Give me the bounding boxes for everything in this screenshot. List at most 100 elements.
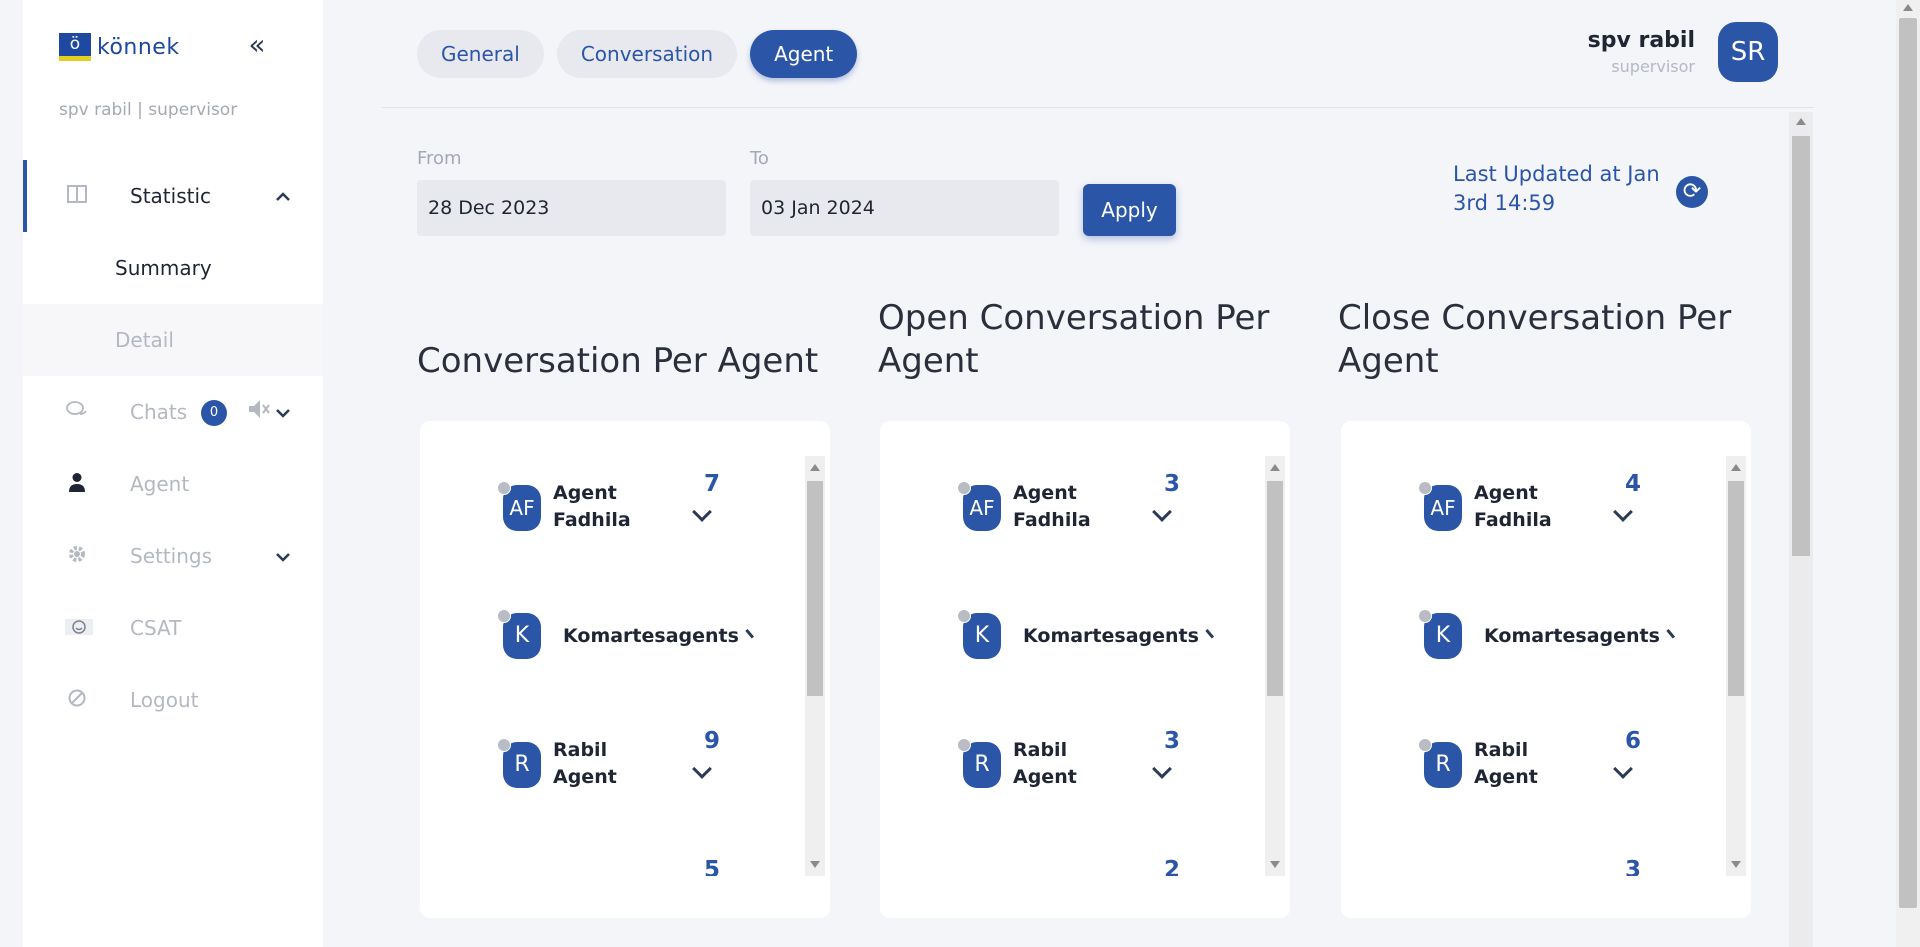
from-date-input[interactable]: 28 Dec 2023 bbox=[417, 180, 726, 236]
agent-row[interactable]: R Rabil Agent 6 bbox=[1341, 722, 1726, 842]
agent-row[interactable]: R Rabil Agent 9 bbox=[420, 722, 805, 842]
agent-name: Rabil Agent bbox=[553, 737, 617, 791]
scroll-up-arrow[interactable] bbox=[810, 464, 820, 471]
sidebar-item-agent[interactable]: Agent bbox=[23, 448, 323, 520]
statistic-icon bbox=[65, 184, 89, 208]
top-tabs: General Conversation Agent bbox=[417, 30, 858, 78]
chevron-down-icon[interactable] bbox=[1660, 628, 1676, 644]
scroll-down-arrow[interactable] bbox=[1270, 861, 1280, 868]
chevron-down-icon[interactable] bbox=[690, 503, 714, 527]
agent-row[interactable]: AF Agent Fadhila 4 bbox=[1341, 465, 1726, 585]
sidebar-subitem-detail[interactable]: Detail bbox=[23, 304, 323, 376]
scroll-thumb[interactable] bbox=[1267, 481, 1283, 696]
tab-conversation[interactable]: Conversation bbox=[556, 30, 738, 78]
agent-row[interactable]: K Komartesagents bbox=[1341, 593, 1726, 713]
agent-name: Komartesagents bbox=[563, 623, 739, 650]
profile-role: supervisor bbox=[1611, 57, 1695, 76]
chevron-down-icon[interactable] bbox=[275, 546, 291, 567]
user-profile[interactable]: spv rabil supervisor SR bbox=[1588, 22, 1778, 82]
agent-list[interactable]: AF Agent Fadhila 3 K Komartesagents R Rabil Agen… bbox=[880, 451, 1265, 876]
scroll-thumb[interactable] bbox=[1728, 481, 1744, 696]
sidebar-item-chats-label: Chats bbox=[130, 400, 188, 424]
chevron-down-icon[interactable] bbox=[739, 628, 755, 644]
chevron-down-icon[interactable] bbox=[690, 760, 714, 784]
agent-row[interactable]: 5 bbox=[420, 851, 805, 876]
status-dot bbox=[1418, 481, 1432, 495]
agent-row[interactable]: R Rabil Agent 3 bbox=[880, 722, 1265, 842]
agent-list[interactable]: AF Agent Fadhila 4 K Komartesagents R Rabil Agen… bbox=[1341, 451, 1726, 876]
sidebar-user-role: spv rabil | supervisor bbox=[59, 100, 238, 120]
last-updated-text: Last Updated at Jan 3rd 14:59 bbox=[1453, 162, 1660, 215]
agent-list-scrollbar[interactable] bbox=[1265, 456, 1285, 876]
agent-list[interactable]: AF Agent Fadhila 7 K Komartesagents R Rabil Agen… bbox=[420, 451, 805, 876]
logo-text: könnek bbox=[97, 34, 180, 60]
sidebar-item-statistic[interactable]: Statistic bbox=[23, 160, 323, 232]
agent-card-conversation: AF Agent Fadhila 7 K Komartesagents R Rabil Agen… bbox=[420, 421, 830, 918]
status-dot bbox=[957, 481, 971, 495]
scroll-down-arrow[interactable] bbox=[1731, 861, 1741, 868]
avatar[interactable]: SR bbox=[1718, 22, 1778, 82]
agent-name-line: Komartesagents bbox=[1484, 625, 1660, 647]
brand-logo[interactable]: ö könnek bbox=[59, 33, 180, 61]
sidebar-item-logout-label: Logout bbox=[130, 688, 199, 712]
chevron-down-icon[interactable] bbox=[1611, 760, 1635, 784]
chevron-down-icon[interactable] bbox=[1611, 503, 1635, 527]
chevron-down-icon[interactable] bbox=[1150, 503, 1174, 527]
apply-button[interactable]: Apply bbox=[1083, 184, 1176, 236]
agent-name-line: Rabil bbox=[553, 739, 608, 761]
collapse-sidebar-icon[interactable]: « bbox=[241, 30, 273, 62]
agent-row[interactable]: K Komartesagents bbox=[880, 593, 1265, 713]
chevron-down-icon[interactable] bbox=[275, 402, 291, 423]
agent-conversation-count: 7 bbox=[704, 471, 721, 497]
sidebar-item-settings-label: Settings bbox=[130, 544, 213, 568]
profile-name: spv rabil bbox=[1587, 28, 1695, 53]
chat-bubbles-icon bbox=[65, 400, 89, 424]
scroll-up-arrow[interactable] bbox=[1731, 464, 1741, 471]
chevron-down-icon[interactable] bbox=[1199, 628, 1215, 644]
refresh-icon[interactable]: ⟳ bbox=[1676, 176, 1708, 208]
agent-row[interactable]: K Komartesagents bbox=[420, 593, 805, 713]
sidebar-item-statistic-label: Statistic bbox=[130, 184, 212, 208]
scroll-up-arrow[interactable] bbox=[1903, 4, 1913, 11]
sidebar-subitem-summary-label: Summary bbox=[115, 256, 212, 280]
sidebar-item-csat[interactable]: CSAT bbox=[23, 592, 323, 664]
agent-name-line: Komartesagents bbox=[1023, 625, 1199, 647]
status-dot bbox=[1418, 609, 1432, 623]
agent-name: Agent Fadhila bbox=[1474, 480, 1552, 534]
agent-name-line: Fadhila bbox=[553, 509, 631, 531]
scroll-up-arrow[interactable] bbox=[1270, 464, 1280, 471]
sidebar-item-settings[interactable]: Settings bbox=[23, 520, 323, 592]
scroll-thumb[interactable] bbox=[807, 481, 823, 696]
tab-general[interactable]: General bbox=[417, 30, 544, 78]
content-scrollbar[interactable] bbox=[1789, 112, 1813, 947]
agent-name-line: Fadhila bbox=[1013, 509, 1091, 531]
agent-name: Komartesagents bbox=[1484, 623, 1660, 650]
window-scrollbar[interactable] bbox=[1896, 0, 1920, 947]
sound-muted-icon[interactable] bbox=[247, 398, 271, 425]
agent-list-scrollbar[interactable] bbox=[1726, 456, 1746, 876]
agent-row[interactable]: 3 bbox=[1341, 851, 1726, 876]
status-dot bbox=[497, 609, 511, 623]
tab-agent[interactable]: Agent bbox=[750, 30, 858, 78]
agent-row[interactable]: 2 bbox=[880, 851, 1265, 876]
agent-conversation-count: 5 bbox=[704, 857, 721, 876]
scroll-thumb[interactable] bbox=[1899, 18, 1917, 908]
scroll-down-arrow[interactable] bbox=[810, 861, 820, 868]
to-date-input[interactable]: 03 Jan 2024 bbox=[750, 180, 1059, 236]
scroll-thumb[interactable] bbox=[1792, 136, 1810, 556]
chats-count-badge: 0 bbox=[201, 400, 227, 426]
sidebar-item-chats[interactable]: Chats 0 bbox=[23, 376, 323, 448]
agent-row[interactable]: AF Agent Fadhila 7 bbox=[420, 465, 805, 585]
sidebar-subitem-summary[interactable]: Summary bbox=[23, 232, 323, 304]
chevron-down-icon[interactable] bbox=[1150, 760, 1174, 784]
agent-row[interactable]: AF Agent Fadhila 3 bbox=[880, 465, 1265, 585]
panel-title-close-conversation-per-agent: Close Conversation Per Agent bbox=[1338, 298, 1732, 381]
agent-list-scrollbar[interactable] bbox=[805, 456, 825, 876]
scroll-up-arrow[interactable] bbox=[1796, 118, 1806, 125]
agent-name-line: Komartesagents bbox=[563, 625, 739, 647]
agent-name-line: Agent bbox=[1474, 766, 1538, 788]
sidebar-item-logout[interactable]: Logout bbox=[23, 664, 323, 736]
chevron-up-icon[interactable] bbox=[275, 186, 291, 207]
from-label: From bbox=[417, 148, 462, 169]
status-dot bbox=[957, 609, 971, 623]
